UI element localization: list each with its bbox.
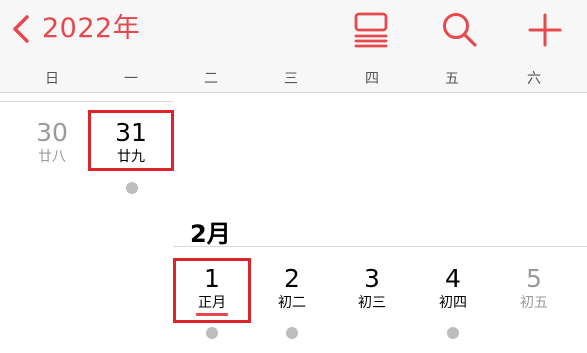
day-number: 3 [364,264,380,293]
weekday-fri: 五 [445,71,459,87]
day-cell-feb-2[interactable]: 2 初二 [252,265,332,312]
lunar-date: 廿八 [38,149,66,165]
back-year-button[interactable]: 2022年 [42,12,140,46]
day-cell-feb-4[interactable]: 4 初四 [413,265,493,312]
month-separator [173,246,587,247]
weekday-thu: 四 [365,71,379,87]
day-number: 30 [36,118,68,147]
lunar-underline [196,313,228,316]
day-number: 5 [526,264,542,293]
weekday-wed: 三 [284,71,298,87]
lunar-date: 正月 [198,295,226,311]
list-view-icon[interactable] [352,10,392,50]
day-cell-jan-31[interactable]: 31 廿九 [91,119,171,166]
weekday-sat: 六 [527,71,541,87]
event-dot [447,327,459,339]
lunar-date: 初二 [278,295,306,311]
lunar-date: 初五 [520,295,548,311]
lunar-date: 初三 [358,295,386,311]
day-cell-feb-5[interactable]: 5 初五 [494,265,574,312]
day-number: 2 [284,264,300,293]
event-dot [286,327,298,339]
search-icon[interactable] [440,10,480,50]
weekday-sun: 日 [45,71,59,87]
event-dot [126,182,138,194]
month-title: 2月 [190,220,231,248]
lunar-date: 廿九 [117,149,145,165]
day-number: 31 [115,118,147,147]
back-chevron-icon[interactable] [10,14,32,44]
weekday-tue: 二 [204,71,218,87]
day-cell-feb-1[interactable]: 1 正月 [172,265,252,312]
event-dot [206,327,218,339]
week-separator [0,101,173,102]
day-cell-feb-3[interactable]: 3 初三 [332,265,412,312]
day-number: 1 [204,264,220,293]
add-icon[interactable] [525,10,565,50]
day-number: 4 [445,264,461,293]
day-cell-jan-30[interactable]: 30 廿八 [12,119,92,166]
weekday-mon: 一 [124,71,138,87]
lunar-date: 初四 [439,295,467,311]
